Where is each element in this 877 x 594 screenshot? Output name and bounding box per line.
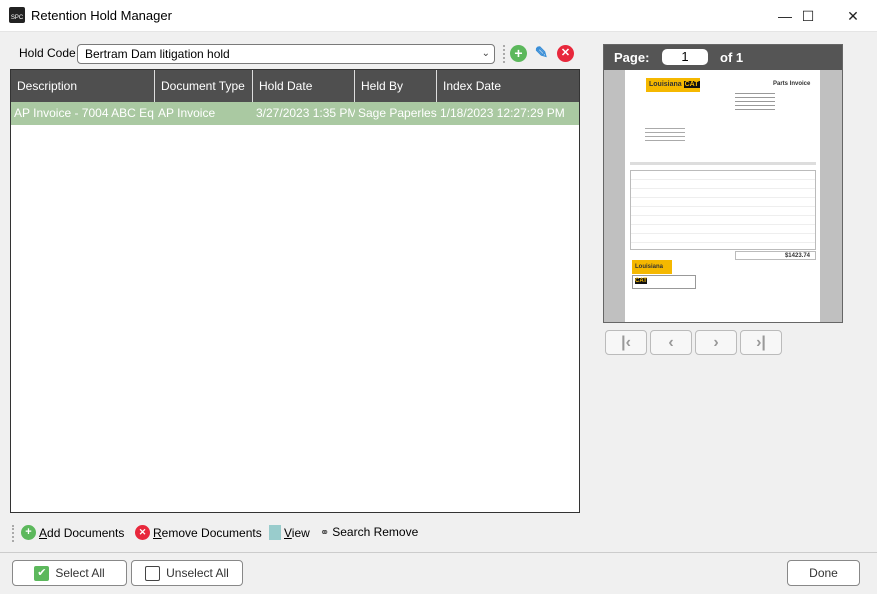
toolbar-grip xyxy=(503,45,505,63)
remove-documents-label: Remove Documents xyxy=(153,525,262,540)
remove-icon: ✕ xyxy=(135,525,150,540)
last-page-button[interactable]: ›| xyxy=(740,330,782,355)
column-header-document-type[interactable]: Document Type xyxy=(155,70,253,102)
unselect-all-label: Unselect All xyxy=(166,566,229,580)
first-page-button[interactable]: |‹ xyxy=(605,330,647,355)
search-remove-button[interactable]: ⚭ Search Remove xyxy=(320,525,418,539)
add-icon: + xyxy=(21,525,36,540)
grid-header: Description Document Type Hold Date Held… xyxy=(11,70,579,102)
table-row[interactable]: AP Invoice - 7004 ABC Eq... AP Invoice 3… xyxy=(11,102,579,125)
hold-code-value: Bertram Dam litigation hold xyxy=(85,47,230,61)
column-header-held-by[interactable]: Held By xyxy=(355,70,437,102)
document-preview: Page: 1 of 1 Louisiana CAT Parts Invoice… xyxy=(603,44,843,323)
invoice-amount: $1423.74 xyxy=(735,251,816,260)
hold-code-dropdown[interactable]: Bertram Dam litigation hold ⌄ xyxy=(77,44,495,64)
column-header-hold-date[interactable]: Hold Date xyxy=(253,70,355,102)
add-hold-icon[interactable]: + xyxy=(510,45,527,62)
view-button[interactable]: View xyxy=(269,525,310,540)
column-header-description[interactable]: Description xyxy=(11,70,155,102)
select-all-button[interactable]: ✔ Select All xyxy=(12,560,127,586)
maximize-button[interactable]: ☐ xyxy=(785,0,831,32)
binoculars-icon: ⚭ xyxy=(320,526,330,539)
cell-hold-date: 3/27/2023 1:35 PM xyxy=(256,106,355,120)
app-logo-icon: SPC xyxy=(9,7,25,23)
edit-hold-icon[interactable]: ✎ xyxy=(533,45,550,62)
page-label: Page: xyxy=(614,50,650,65)
cell-document-type: AP Invoice xyxy=(158,106,216,120)
add-documents-button[interactable]: + Add Documents xyxy=(21,525,124,540)
louisiana-cat-logo: Louisiana CAT xyxy=(646,78,700,92)
documents-grid[interactable]: Description Document Type Hold Date Held… xyxy=(10,69,580,513)
cell-index-date: 1/18/2023 12:27:29 PM xyxy=(440,106,565,120)
search-remove-label: Search Remove xyxy=(332,525,419,539)
page-number-input[interactable]: 1 xyxy=(662,49,708,65)
louisiana-cat-logo-bottom: Louisiana CAT xyxy=(632,260,672,284)
select-all-label: Select All xyxy=(55,566,105,580)
cell-description: AP Invoice - 7004 ABC Eq... xyxy=(14,106,155,120)
remove-documents-button[interactable]: ✕ Remove Documents xyxy=(135,525,262,540)
cell-held-by: Sage Paperless xyxy=(358,106,437,120)
hold-code-label: Hold Code xyxy=(19,46,76,60)
close-button[interactable]: ✕ xyxy=(830,0,876,32)
column-header-index-date[interactable]: Index Date xyxy=(437,70,579,102)
delete-hold-icon[interactable]: ✕ xyxy=(557,45,574,62)
page-count: of 1 xyxy=(720,50,744,65)
chevron-down-icon: ⌄ xyxy=(481,48,490,59)
checkbox-empty-icon xyxy=(145,565,161,581)
window-title: Retention Hold Manager xyxy=(31,8,172,23)
toolbar-grip xyxy=(12,525,14,542)
previous-page-button[interactable]: ‹ xyxy=(650,330,692,355)
view-document-icon xyxy=(269,525,281,540)
next-page-button[interactable]: › xyxy=(695,330,737,355)
doc-title: Parts Invoice xyxy=(773,81,811,87)
checkbox-checked-icon: ✔ xyxy=(34,565,50,581)
preview-header: Page: 1 of 1 xyxy=(604,45,842,70)
unselect-all-button[interactable]: Unselect All xyxy=(131,560,243,586)
add-documents-label: Add Documents xyxy=(39,525,125,540)
done-button[interactable]: Done xyxy=(787,560,860,586)
view-label: View xyxy=(284,525,310,540)
document-page-image: Louisiana CAT Parts Invoice $1423.74 Lou… xyxy=(625,70,820,322)
divider xyxy=(0,552,877,553)
title-bar: SPC Retention Hold Manager — ☐ ✕ xyxy=(0,0,877,32)
